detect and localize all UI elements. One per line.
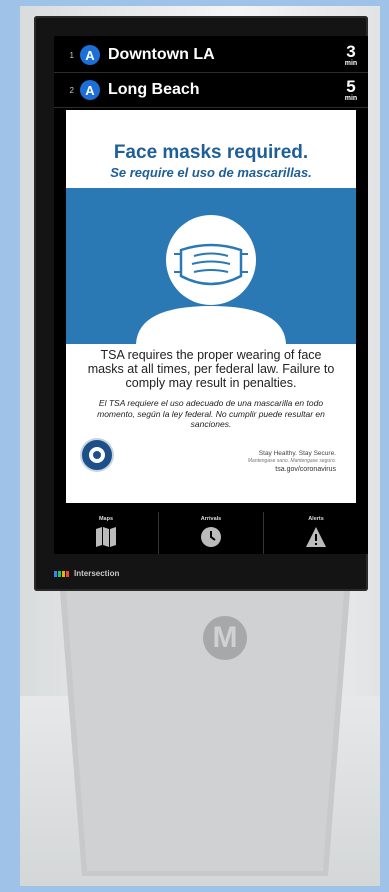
clock-icon [201, 527, 221, 547]
nav-alerts[interactable]: Alerts [264, 512, 368, 554]
nav-maps[interactable]: Maps [54, 512, 159, 554]
kiosk-frame: 1 A Downtown LA 3 min 2 A Long Beach 5 m… [34, 16, 368, 591]
nav-maps-label: Maps [98, 516, 114, 522]
arrival-destination: Long Beach [108, 81, 200, 98]
masked-person-icon [136, 215, 286, 344]
mask-poster: Face masks required. Se require el uso d… [66, 110, 356, 503]
brand-name: Intersection [74, 569, 120, 578]
eta-minutes: 5 [346, 77, 356, 96]
poster-tagline-es: Mantengase sano. Mantengase seguro. [247, 458, 336, 464]
dhs-seal-icon [80, 438, 114, 472]
brand-logo-icon [54, 570, 70, 577]
eta-unit: min [344, 95, 358, 102]
warning-icon [306, 527, 326, 547]
poster-illustration [66, 188, 356, 344]
arrival-index: 2 [69, 85, 74, 95]
nav-alerts-label: Alerts [308, 516, 324, 522]
bottom-nav: Maps Arrivals Alerts [54, 512, 368, 554]
kiosk-screen: 1 A Downtown LA 3 min 2 A Long Beach 5 m… [54, 36, 368, 554]
arrival-row[interactable]: 1 A Downtown LA 3 min [54, 38, 368, 73]
arrival-row[interactable]: 2 A Long Beach 5 min [54, 73, 368, 108]
arrival-index: 1 [69, 50, 74, 60]
poster-body-en: TSA requires the proper wearing of face … [87, 348, 335, 390]
nav-arrivals-label: Arrivals [200, 516, 222, 522]
poster-subtitle: Se require el uso de mascarillas. [110, 165, 312, 180]
nav-arrivals[interactable]: Arrivals [159, 512, 264, 554]
eta-minutes: 3 [346, 42, 356, 61]
poster-title: Face masks required. [113, 142, 309, 163]
poster-tagline: Stay Healthy. Stay Secure. [258, 450, 336, 457]
poster-url: tsa.gov/coronavirus [275, 466, 336, 473]
metro-logo: M [203, 616, 247, 660]
eta-unit: min [344, 60, 358, 67]
arrival-eta: 3 min [334, 43, 368, 67]
line-badge: A [80, 45, 100, 65]
arrival-eta: 5 min [334, 78, 368, 102]
map-icon [96, 527, 116, 547]
line-badge: A [80, 80, 100, 100]
scene: M 1 A Downtown LA 3 min 2 A Long Beach 5… [20, 6, 380, 886]
intersection-brand: Intersection [54, 569, 119, 578]
poster-body-es: El TSA requiere el uso adecuado de una m… [97, 398, 325, 429]
arrival-destination: Downtown LA [108, 46, 215, 63]
